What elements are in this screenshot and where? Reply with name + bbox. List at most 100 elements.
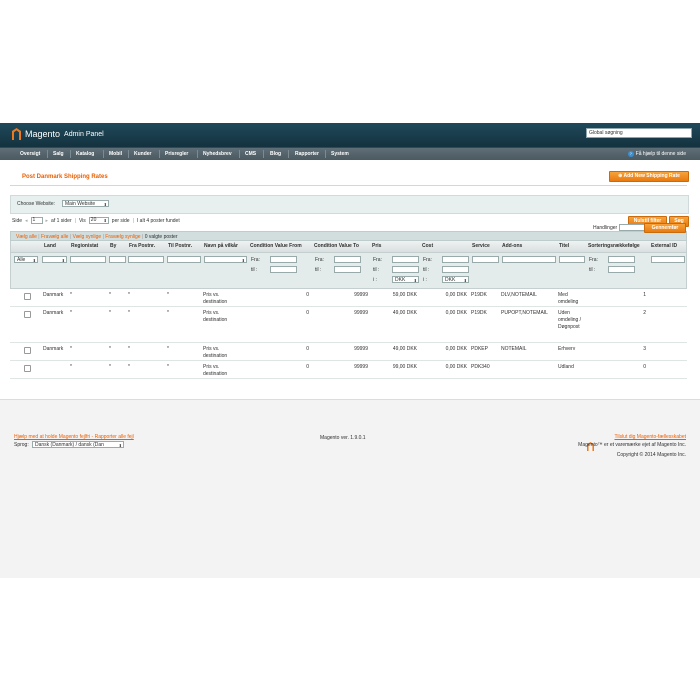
cell-cost: 0,00 DKK (445, 346, 467, 352)
filter-addons-input[interactable] (502, 256, 556, 263)
table-row[interactable]: Danmark * * * * Pris vs. destination 0 9… (10, 289, 687, 307)
nav-item-rapporter[interactable]: Rapporter (295, 148, 319, 160)
deselect-visible-link[interactable]: Fravælg synlige (105, 234, 140, 240)
row-checkbox[interactable] (24, 347, 31, 354)
filter-by-input[interactable] (109, 256, 126, 263)
col-addons[interactable]: Add-ons (502, 243, 522, 249)
cell-sort: 3 (643, 346, 646, 352)
nav-item-system[interactable]: System (331, 148, 349, 160)
filter-pris-to[interactable] (392, 266, 419, 273)
select-all-link[interactable]: Vælg alle (16, 234, 37, 240)
logo[interactable]: Magento Admin Panel (12, 128, 104, 140)
filter-land-select[interactable]: ⬍ (42, 256, 67, 263)
nav-item-kunder[interactable]: Kunder (134, 148, 152, 160)
help-icon: ? (627, 151, 634, 157)
filter-pris-currency[interactable]: DKK ⬍ (392, 276, 419, 283)
cell-til: * (167, 346, 169, 352)
title-divider (10, 185, 687, 186)
filter-cost-currency[interactable]: DKK ⬍ (442, 276, 469, 283)
filter-titel-input[interactable] (559, 256, 585, 263)
language-select[interactable]: Dansk (Danmark) / dansk (Dan ⬍ (32, 441, 124, 448)
col-fra-postnr[interactable]: Fra Postnr. (129, 243, 155, 249)
col-pris[interactable]: Pris (372, 243, 381, 249)
prev-page-icon[interactable]: ◂ (25, 218, 28, 224)
select-arrow-icon: ⬍ (463, 278, 467, 283)
add-shipping-rate-button[interactable]: ⊕ Add New Shipping Rate (609, 171, 689, 182)
cell-land: Danmark (43, 292, 64, 298)
nav-item-salg[interactable]: Salg (53, 148, 64, 160)
nav-item-prisregler[interactable]: Prisregler (165, 148, 188, 160)
col-navn[interactable]: Navn på vilkår (204, 243, 238, 249)
nav-separator (128, 150, 129, 158)
cell-pris: 59,00 DKK (392, 292, 417, 298)
table-row[interactable]: * * * * Pris vs. destination 0 99999 99,… (10, 361, 687, 379)
deselect-all-link[interactable]: Fravælg alle (41, 234, 69, 240)
filter-pris-from[interactable] (392, 256, 419, 263)
website-label: Choose Website: (17, 201, 55, 207)
next-page-icon[interactable]: ▸ (46, 218, 49, 224)
cell-cvt: 99999 (354, 310, 368, 316)
pris-from-label: Fra: (373, 257, 382, 263)
filter-cvf-to[interactable] (270, 266, 297, 273)
table-row[interactable]: Danmark * * * * Pris vs. destination 0 9… (10, 343, 687, 361)
filter-select-all[interactable]: Alle ⬍ (14, 256, 38, 263)
col-by[interactable]: By (110, 243, 116, 249)
submit-massaction-button[interactable]: Gennemfør (644, 223, 686, 233)
col-til-postnr[interactable]: Til Postnr. (168, 243, 192, 249)
table-row[interactable]: Danmark * * * * Pris vs. destination 0 9… (10, 307, 687, 343)
filter-cvt-to[interactable] (334, 266, 361, 273)
col-service[interactable]: Service (472, 243, 490, 249)
filter-sort-to[interactable] (608, 266, 635, 273)
filter-cvt-from[interactable] (334, 256, 361, 263)
filter-cost-to[interactable] (442, 266, 469, 273)
nav-item-blog[interactable]: Blog (270, 148, 281, 160)
nav-item-katalog[interactable]: Katalog (76, 148, 94, 160)
filter-navn-select[interactable]: ⬍ (204, 256, 247, 263)
per-page-select[interactable]: 20 ⬍ (88, 217, 109, 224)
nav-item-mobil[interactable]: Mobil (109, 148, 122, 160)
per-page-value: 20 (90, 217, 97, 223)
select-arrow-icon: ⬍ (61, 258, 65, 263)
help-link[interactable]: ? Få hjælp til denne side (627, 148, 686, 160)
col-land[interactable]: Land (44, 243, 56, 249)
select-arrow-icon: ⬍ (103, 218, 107, 223)
cell-region: * (70, 364, 72, 370)
select-visible-link[interactable]: Vælg synlige (73, 234, 102, 240)
nav-item-oversigt[interactable]: Oversigt (20, 148, 40, 160)
page-input[interactable]: 1 (30, 217, 43, 224)
cell-region: * (70, 346, 72, 352)
filter-external-id-input[interactable] (651, 256, 685, 263)
nav-item-nyhedsbrev[interactable]: Nyhedsbrev (203, 148, 232, 160)
cell-til: * (167, 364, 169, 370)
copyright-text: Copyright © 2014 Magento Inc. (616, 452, 686, 458)
website-select[interactable]: Main Website ⬍ (62, 200, 109, 207)
row-checkbox[interactable] (24, 311, 31, 318)
filter-region-input[interactable] (70, 256, 106, 263)
community-link[interactable]: Tilslut dig Magento-fællesskabet (614, 434, 686, 440)
pris-to-label: til : (373, 267, 380, 273)
filter-sort-from[interactable] (608, 256, 635, 263)
col-cvt[interactable]: Condition Value To (314, 243, 359, 249)
nav-item-cms[interactable]: CMS (245, 148, 256, 160)
row-checkbox[interactable] (24, 365, 31, 372)
filter-service-input[interactable] (472, 256, 499, 263)
global-search-input[interactable]: Global søgning (586, 128, 692, 138)
filter-fra-postnr-input[interactable] (128, 256, 164, 263)
col-titel[interactable]: Titel (559, 243, 569, 249)
col-cvf[interactable]: Condition Value From (250, 243, 302, 249)
col-region[interactable]: Regionistat (71, 243, 98, 249)
col-external-id[interactable]: External ID (651, 243, 677, 249)
filter-cvf-from[interactable] (270, 256, 297, 263)
report-bug-link[interactable]: Hjælp med at holde Magento fejlfri - Rap… (14, 434, 134, 440)
filter-cost-from[interactable] (442, 256, 469, 263)
nav-separator (70, 150, 71, 158)
col-sort[interactable]: Sorteringsrækkefølge (588, 243, 640, 249)
cell-cvf: 0 (306, 292, 309, 298)
filter-til-postnr-input[interactable] (167, 256, 201, 263)
cost-currency-label: i : (423, 277, 427, 283)
col-cost[interactable]: Cost (422, 243, 433, 249)
cell-til: * (167, 292, 169, 298)
select-arrow-icon: ⬍ (103, 202, 107, 207)
row-checkbox[interactable] (24, 293, 31, 300)
pris-currency-label: i : (373, 277, 377, 283)
